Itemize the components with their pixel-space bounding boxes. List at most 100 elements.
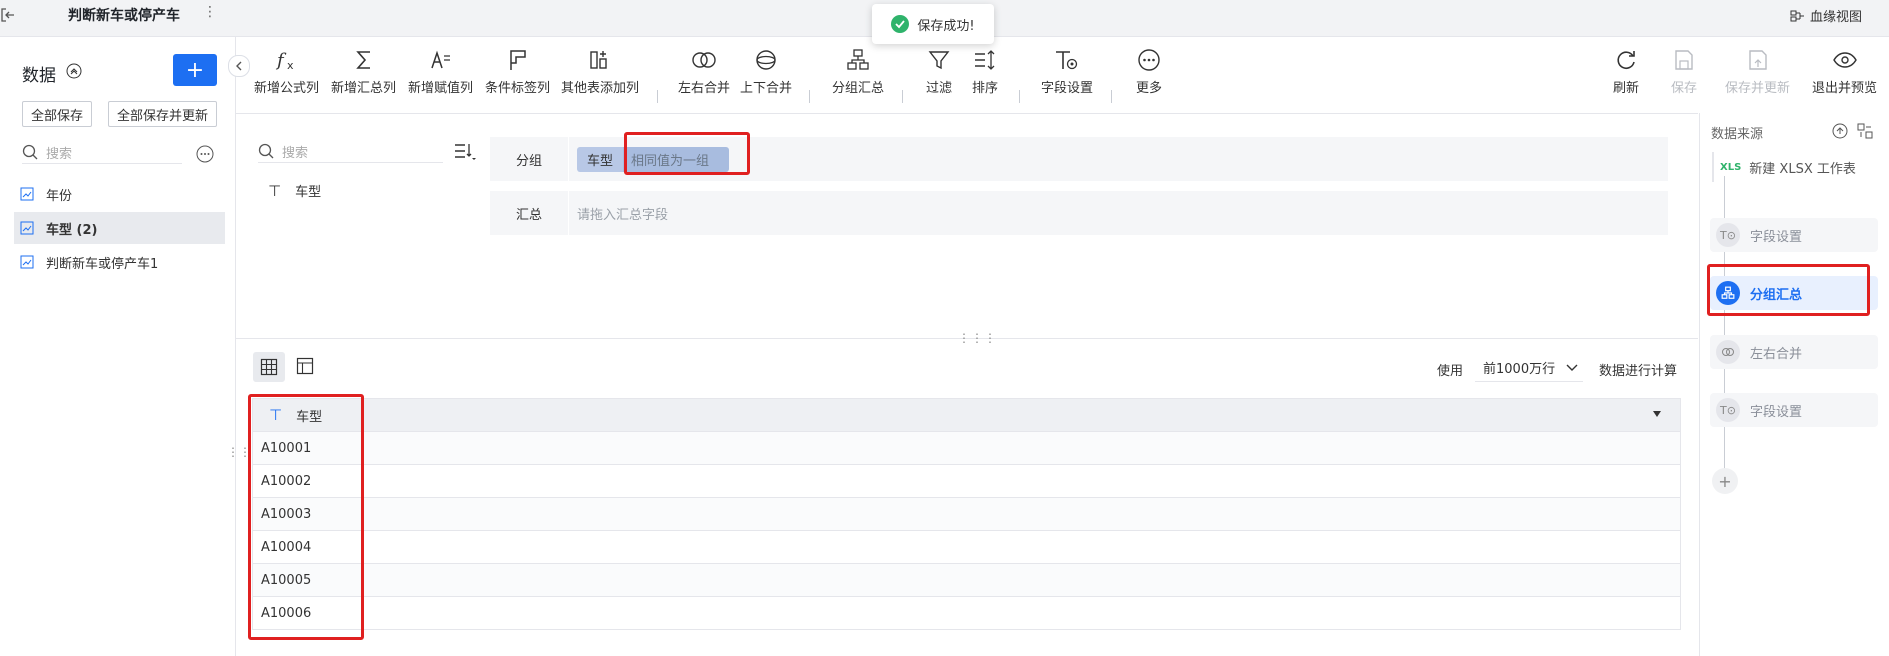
data-sidebar <box>0 37 236 656</box>
exit-and-preview-button[interactable]: 退出并预览 <box>1812 47 1877 96</box>
save-and-update-button[interactable]: 保存并更新 <box>1725 47 1790 96</box>
step-label: 字段设置 <box>1750 229 1803 245</box>
sidebar-item-car-model[interactable]: 车型 (2) <box>14 212 225 244</box>
add-assign-column-button[interactable]: 新增赋值列 <box>408 47 473 96</box>
sidebar-item-year[interactable]: 年份 <box>14 178 225 210</box>
text-type-icon: ⊤ <box>268 181 282 200</box>
formula-icon: fx <box>275 50 294 72</box>
more-icon <box>1138 49 1160 71</box>
table-row: A10002 <box>252 465 1681 498</box>
field-search-input[interactable]: 搜索 <box>258 140 443 163</box>
search-icon <box>258 143 274 159</box>
chart-table-icon <box>20 187 34 201</box>
lineage-view-button[interactable]: 血缘视图 <box>1790 6 1862 25</box>
use-label: 使用 <box>1437 364 1464 379</box>
add-formula-column-button[interactable]: fx 新增公式列 <box>254 47 319 96</box>
up-down-merge-icon <box>756 50 776 70</box>
summary-drop-zone[interactable]: 请拖入汇总字段 <box>577 204 668 223</box>
layout-switch-icon[interactable] <box>1857 123 1873 139</box>
sidebar-more-icon[interactable] <box>196 145 214 163</box>
upload-icon[interactable] <box>1832 123 1848 139</box>
column-menu-icon[interactable] <box>1652 410 1662 418</box>
add-condition-tag-column-button[interactable]: 条件标签列 <box>485 47 550 96</box>
chart-table-icon <box>20 255 34 269</box>
left-right-merge-button[interactable]: 左右合并 <box>678 47 730 96</box>
sidebar-item-new-or-discontinued[interactable]: 判断新车或停产车1 <box>14 246 225 278</box>
filter-button[interactable]: 过滤 <box>926 47 952 96</box>
highlight-group-summary-step <box>1707 264 1870 316</box>
chevron-down-icon <box>1566 364 1578 371</box>
add-column-icon <box>590 51 607 69</box>
panel-resize-handle[interactable]: ⋮⋮⋮ <box>958 331 997 345</box>
data-source-panel <box>1699 113 1889 656</box>
search-icon <box>22 144 38 160</box>
highlight-group-chip <box>624 132 750 175</box>
grid-view-button[interactable] <box>253 352 285 382</box>
field-sort-icon[interactable] <box>453 142 477 162</box>
step-field-settings-2[interactable]: T⊙ 字段设置 <box>1710 393 1878 427</box>
eye-icon <box>1832 52 1857 68</box>
page-title: 判断新车或停产车 <box>68 8 180 24</box>
left-right-merge-icon <box>1716 340 1740 364</box>
chart-table-icon <box>20 221 34 235</box>
back-icon[interactable] <box>0 7 16 23</box>
field-settings-icon: T⊙ <box>1716 398 1740 422</box>
grid-icon <box>260 358 278 376</box>
save-icon <box>1675 50 1693 70</box>
toast-message: 保存成功! <box>917 18 975 34</box>
step-label: 左右合并 <box>1750 346 1803 362</box>
add-summary-column-button[interactable]: 新增汇总列 <box>331 47 396 96</box>
sigma-icon <box>355 51 370 69</box>
pivot-view-button[interactable] <box>296 357 314 375</box>
field-settings-icon <box>1056 51 1078 70</box>
lineage-label: 血缘视图 <box>1810 10 1863 25</box>
table-row: A10004 <box>252 531 1681 564</box>
add-column-from-table-button[interactable]: 其他表添加列 <box>561 47 639 96</box>
row-limit-select[interactable]: 前1000万行 <box>1475 354 1583 382</box>
save-update-icon <box>1748 50 1767 70</box>
sidebar-search-input[interactable]: 搜索 <box>22 141 182 164</box>
svg-text:f: f <box>275 50 287 71</box>
sort-icon <box>975 50 995 70</box>
group-summary-button[interactable]: 分组汇总 <box>832 47 884 96</box>
check-circle-icon <box>891 15 910 33</box>
table-row: A10006 <box>252 597 1681 630</box>
source-file-item[interactable]: XLS 新建 XLSX 工作表 <box>1712 152 1880 182</box>
more-button[interactable]: 更多 <box>1136 47 1162 96</box>
save-all-button[interactable]: 全部保存 <box>22 101 92 127</box>
table-header: ⊤ 车型 <box>252 398 1681 432</box>
step-left-right-merge[interactable]: 左右合并 <box>1710 335 1878 369</box>
group-summary-icon <box>847 49 869 70</box>
refresh-button[interactable]: 刷新 <box>1613 47 1639 96</box>
table-row: A10001 <box>252 432 1681 465</box>
table-row: A10003 <box>252 498 1681 531</box>
svg-text:x: x <box>287 59 294 72</box>
sidebar-item-label: 年份 <box>46 188 73 204</box>
more-options-icon[interactable]: ⋮ <box>203 4 217 20</box>
summary-row: 汇总 请拖入汇总字段 <box>490 191 1668 235</box>
sidebar-item-label: 车型 (2) <box>46 222 98 238</box>
step-field-settings[interactable]: T⊙ 字段设置 <box>1710 218 1878 252</box>
save-all-update-button[interactable]: 全部保存并更新 <box>108 101 217 127</box>
save-button[interactable]: 保存 <box>1671 47 1697 96</box>
field-item-car-model[interactable]: ⊤ 车型 <box>268 181 321 201</box>
summary-label: 汇总 <box>516 208 543 223</box>
up-down-merge-button[interactable]: 上下合并 <box>740 47 792 96</box>
data-source-title: 数据来源 <box>1711 127 1764 142</box>
field-settings-button[interactable]: 字段设置 <box>1041 47 1093 96</box>
add-step-button[interactable]: + <box>1712 468 1738 494</box>
source-file-label: 新建 XLSX 工作表 <box>1749 161 1856 177</box>
left-right-merge-icon <box>692 52 716 68</box>
row-limit-value: 前1000万行 <box>1483 362 1556 377</box>
table-body: A10001 A10002 A10003 A10004 A10005 A1000… <box>252 432 1681 630</box>
add-data-button[interactable]: + <box>173 54 217 86</box>
preview-table: ⊤ 车型 A10001 A10002 A10003 A10004 A10005 … <box>252 398 1681 630</box>
xlsx-icon: XLS <box>1720 161 1742 173</box>
sidebar-title: 数据 <box>22 66 56 86</box>
assign-icon <box>430 50 450 69</box>
toolbar: fx 新增公式列 新增汇总列 新增赋值列 条件标签列 其他表添加列 左右合并 上… <box>236 37 1877 114</box>
collapse-up-icon[interactable] <box>66 63 82 79</box>
sort-button[interactable]: 排序 <box>972 47 998 96</box>
refresh-icon <box>1617 51 1635 69</box>
search-placeholder: 搜索 <box>46 146 73 162</box>
